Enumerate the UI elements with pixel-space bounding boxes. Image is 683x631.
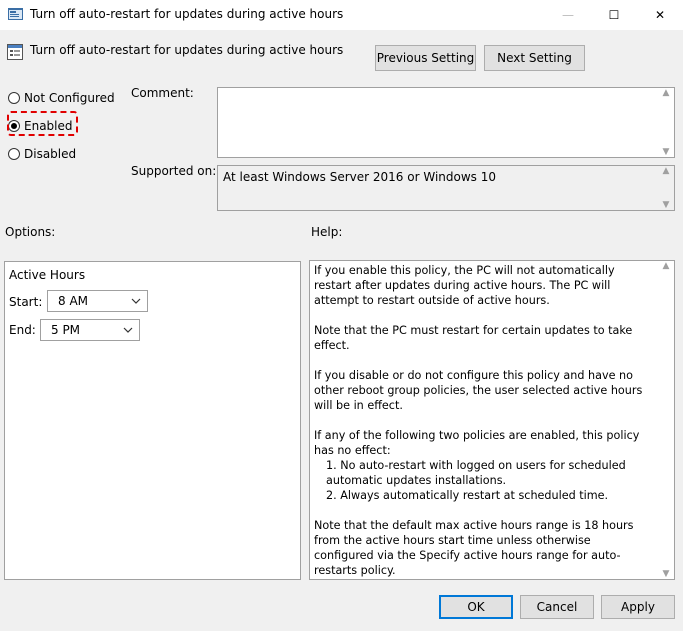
start-label: Start: <box>9 295 43 309</box>
help-paragraph: If you disable or do not configure this … <box>314 369 643 412</box>
help-paragraph: Note that the default max active hours r… <box>314 519 634 577</box>
scroll-up-icon[interactable]: ▲ <box>663 166 670 176</box>
policy-setting-icon <box>7 44 23 60</box>
comment-label: Comment: <box>131 86 194 100</box>
comment-scrollbar[interactable]: ▲ ▼ <box>658 88 674 157</box>
start-time-value: 8 AM <box>58 294 89 308</box>
radio-disabled[interactable]: Disabled <box>8 147 76 161</box>
supported-scrollbar[interactable]: ▲ ▼ <box>658 166 674 210</box>
end-time-select[interactable]: 5 PM <box>40 319 140 341</box>
radio-label: Not Configured <box>24 91 115 105</box>
chevron-down-icon <box>131 298 141 304</box>
supported-on-box: At least Windows Server 2016 or Windows … <box>217 165 675 211</box>
help-label: Help: <box>311 225 343 239</box>
supported-on-label: Supported on: <box>131 164 217 178</box>
policy-title: Turn off auto-restart for updates during… <box>30 43 344 57</box>
radio-not-configured[interactable]: Not Configured <box>8 91 115 105</box>
scroll-down-icon[interactable]: ▼ <box>663 147 670 157</box>
title-bar: Turn off auto-restart for updates during… <box>0 0 683 30</box>
minimize-button[interactable]: — <box>545 0 591 30</box>
help-list-item: 2. Always automatically restart at sched… <box>326 489 609 502</box>
end-label: End: <box>9 323 36 337</box>
close-button[interactable]: ✕ <box>637 0 683 30</box>
help-paragraph: If you enable this policy, the PC will n… <box>314 264 615 307</box>
help-scrollbar[interactable]: ▲ ▼ <box>658 261 674 579</box>
help-text: If you enable this policy, the PC will n… <box>314 263 650 593</box>
previous-setting-button[interactable]: Previous Setting <box>375 45 476 71</box>
scroll-up-icon[interactable]: ▲ <box>663 88 670 98</box>
scroll-down-icon[interactable]: ▼ <box>663 569 670 579</box>
enabled-highlight-box <box>7 111 78 136</box>
options-label: Options: <box>5 225 56 239</box>
apply-button[interactable]: Apply <box>601 595 675 619</box>
active-hours-title: Active Hours <box>9 268 86 282</box>
help-paragraph: Note that the PC must restart for certai… <box>314 324 633 352</box>
maximize-button[interactable]: ☐ <box>591 0 637 30</box>
chevron-down-icon <box>123 327 133 333</box>
ok-button[interactable]: OK <box>439 595 513 619</box>
radio-label: Disabled <box>24 147 77 161</box>
supported-on-value: At least Windows Server 2016 or Windows … <box>223 170 496 184</box>
radio-circle[interactable] <box>8 92 20 104</box>
comment-textarea[interactable]: ▲ ▼ <box>217 87 675 158</box>
help-paragraph: If any of the following two policies are… <box>314 429 640 457</box>
scroll-down-icon[interactable]: ▼ <box>663 200 670 210</box>
help-list-item: 1. No auto-restart with logged on users … <box>326 459 626 487</box>
cancel-button[interactable]: Cancel <box>520 595 594 619</box>
next-setting-button[interactable]: Next Setting <box>484 45 585 71</box>
policy-window-icon <box>8 8 23 20</box>
start-time-select[interactable]: 8 AM <box>47 290 148 312</box>
scroll-up-icon[interactable]: ▲ <box>663 261 670 271</box>
end-time-value: 5 PM <box>51 323 81 337</box>
radio-circle[interactable] <box>8 148 20 160</box>
window-title: Turn off auto-restart for updates during… <box>30 7 344 21</box>
